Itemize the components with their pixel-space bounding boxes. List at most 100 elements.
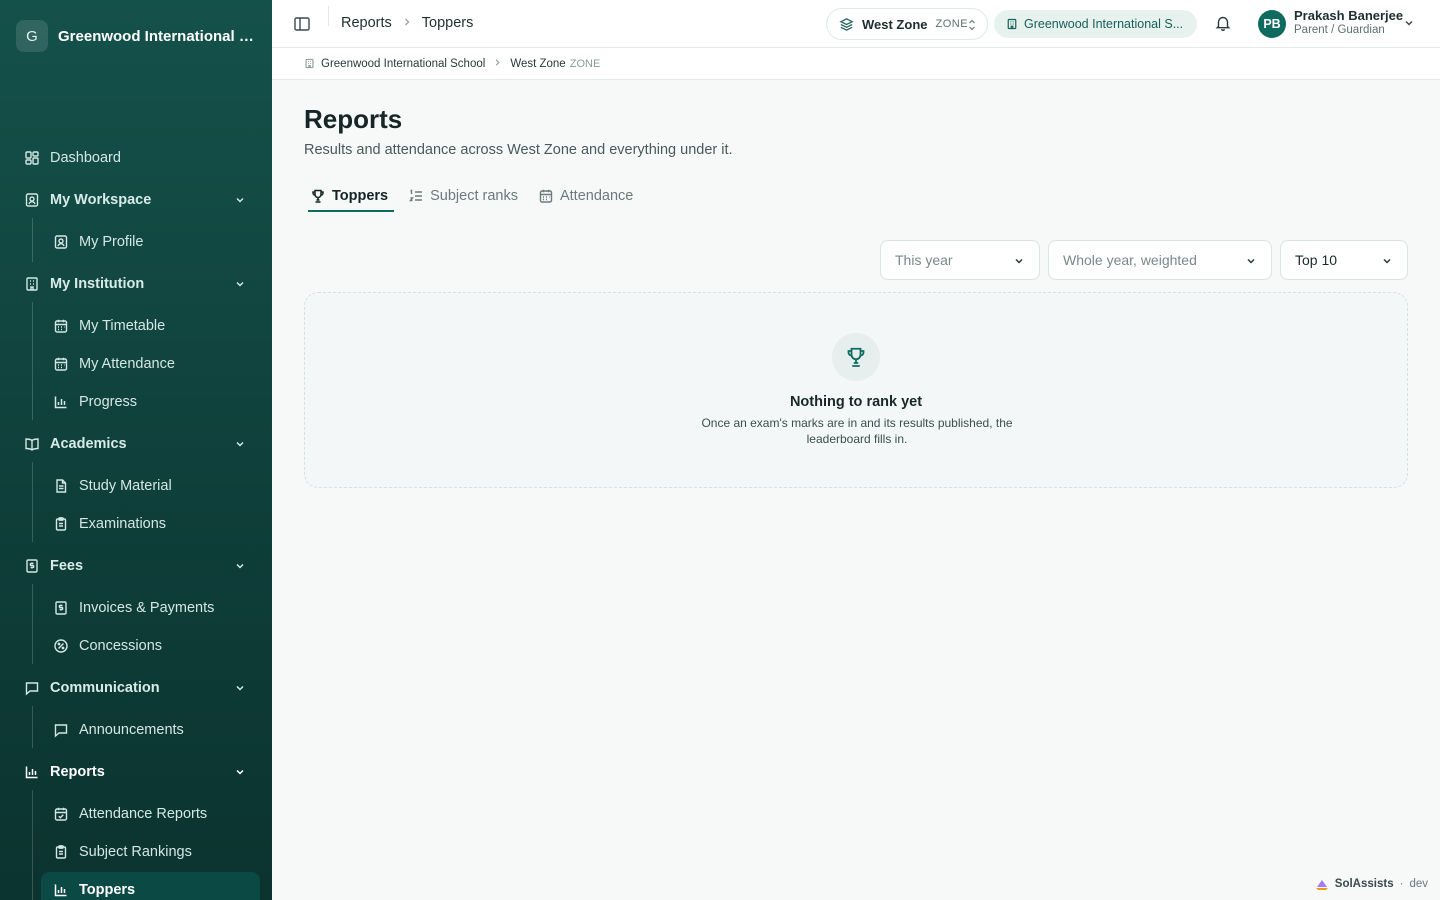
sidebar-group-communication[interactable]: Communication [12,670,260,706]
sidebar-item-label: Announcements [79,722,184,738]
tree-line [32,706,33,748]
sidebar-item-label: Attendance Reports [79,806,208,822]
layers-icon [839,17,854,31]
user-menu[interactable]: Prakash Banerjee Parent / Guardian [1294,8,1403,36]
sidebar-group-academics[interactable]: Academics [12,426,260,462]
sidebar-item-attendance-reports[interactable]: Attendance Reports [41,796,260,832]
clipboard-icon [53,516,69,532]
receipt-icon [24,558,40,574]
footer: SolAssists · dev [1315,877,1428,891]
message-icon [53,722,69,738]
page-title: Reports [304,104,403,134]
tree-line [32,302,33,420]
chevron-down-icon[interactable] [234,560,246,572]
brand-name: Greenwood International Sc... [58,27,258,45]
clipboard-icon [53,844,69,860]
sidebar-group-label: Fees [50,558,84,574]
sidebar-item-label: Concessions [79,638,163,654]
tab-toppers[interactable]: Toppers [304,180,395,212]
sidebar-group-label: Communication [50,680,160,696]
avatar[interactable]: PB [1258,10,1286,38]
solassists-logo-icon [1315,880,1328,890]
calendar-icon [53,318,69,334]
bar-chart-icon [53,394,69,410]
brand[interactable]: G Greenwood International Sc... [0,0,272,72]
sidebar-item-label: Examinations [79,516,167,532]
id-badge-icon [24,192,40,208]
sidebar-item-my-profile[interactable]: My Profile [41,224,260,260]
tab-label: Attendance [559,188,634,204]
trophy-icon [310,188,326,204]
scope-zone: West Zone [510,57,566,70]
chevron-down-icon[interactable] [234,766,246,778]
sidebar-item-label: Subject Rankings [79,844,192,860]
sidebar-group-my-workspace[interactable]: My Workspace [12,182,260,218]
sidebar: G Greenwood International Sc... Dashboar… [0,0,272,900]
sidebar-item-toppers[interactable]: Toppers [41,872,260,900]
bar-chart-icon [24,764,40,780]
user-name: Prakash Banerjee [1294,8,1404,23]
sidebar-item-dashboard[interactable]: Dashboard [12,140,260,176]
sidebar-toggle-icon[interactable] [292,14,312,34]
sidebar-item-study-material[interactable]: Study Material [41,468,260,504]
scope-breadcrumb: Greenwood International School West Zone… [272,48,1440,80]
sidebar-item-label: My Attendance [79,356,175,372]
empty-state: Nothing to rank yet Once an exam's marks… [304,292,1408,488]
limit-select[interactable]: Top 10 [1280,240,1408,280]
chevron-down-icon [1015,258,1023,264]
sidebar-group-my-institution[interactable]: My Institution [12,266,260,302]
id-badge-icon [53,234,69,250]
building-icon [1007,18,1017,30]
receipt-icon [53,600,69,616]
sidebar-item-invoices-payments[interactable]: Invoices & Payments [41,590,260,626]
building-icon [24,276,40,292]
chevron-down-icon[interactable] [234,194,246,206]
sidebar-group-label: Reports [50,764,105,780]
zone-tag: ZONE [935,18,969,30]
sidebar-item-examinations[interactable]: Examinations [41,506,260,542]
sidebar-item-label: Progress [79,394,138,410]
sidebar-group-label: Academics [50,436,127,452]
sidebar-item-my-attendance[interactable]: My Attendance [41,346,260,382]
weighting-select[interactable]: Whole year, weighted [1048,240,1272,280]
tab-attendance[interactable]: Attendance [532,180,639,212]
sidebar-item-progress[interactable]: Progress [41,384,260,420]
page-subtitle: Results and attendance across West Zone … [304,142,733,158]
tree-line [32,790,33,900]
brand-logo: G [16,20,48,52]
tab-label: Toppers [332,188,389,204]
sidebar-item-label: My Profile [79,234,144,250]
document-icon [53,478,69,494]
chevron-down-icon[interactable] [234,278,246,290]
sidebar-group-label: My Institution [50,276,145,292]
school-switcher[interactable]: Greenwood International S... [994,10,1197,38]
sidebar-item-label: Invoices & Payments [79,600,215,616]
chevron-down-icon[interactable] [1403,17,1415,29]
dashboard-icon [24,150,40,166]
scope-school[interactable]: Greenwood International School [321,58,485,70]
sidebar-group-reports[interactable]: Reports [12,754,260,790]
sidebar-item-label: Toppers [79,882,136,898]
empty-state-title: Nothing to rank yet [789,394,923,410]
trophy-icon [832,333,880,381]
calendar-check-icon [53,806,69,822]
sidebar-item-announcements[interactable]: Announcements [41,712,260,748]
chevron-down-icon[interactable] [234,438,246,450]
sidebar-item-concessions[interactable]: Concessions [41,628,260,664]
breadcrumb-item-reports[interactable]: Reports [341,15,392,31]
sidebar-item-label: My Timetable [79,318,166,334]
tab-subject-ranks[interactable]: Subject ranks [402,180,524,212]
chevron-down-icon[interactable] [234,682,246,694]
list-ordered-icon [408,188,424,204]
tree-line [32,584,33,664]
bell-icon[interactable] [1214,14,1232,32]
sidebar-item-label: Dashboard [50,150,121,166]
sidebar-item-my-timetable[interactable]: My Timetable [41,308,260,344]
chevron-down-icon [1247,258,1255,264]
building-icon [305,58,314,69]
sidebar-group-fees[interactable]: Fees [12,548,260,584]
zone-switcher[interactable]: West Zone ZONE [826,8,988,40]
book-open-icon [24,436,40,452]
period-select[interactable]: This year [880,240,1040,280]
sidebar-item-subject-rankings[interactable]: Subject Rankings [41,834,260,870]
